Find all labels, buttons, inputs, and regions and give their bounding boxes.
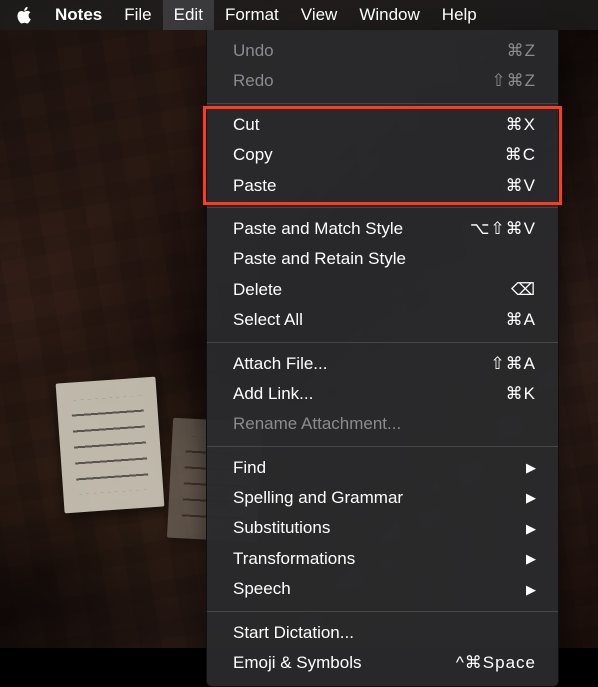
menu-separator xyxy=(207,103,558,104)
menu-item-label: Find xyxy=(233,458,518,478)
submenu-arrow-icon: ▶ xyxy=(526,460,536,476)
apple-logo-icon xyxy=(16,6,34,24)
menu-item-label: Transformations xyxy=(233,549,518,569)
menu-item-find[interactable]: Find ▶ xyxy=(207,453,558,483)
menu-item-shortcut: ⌘V xyxy=(506,176,536,196)
menu-item-shortcut: ^⌘Space xyxy=(456,653,536,673)
menu-item-undo: Undo⌘Z xyxy=(207,36,558,66)
menu-file[interactable]: File xyxy=(113,0,162,30)
menu-item-transformations[interactable]: Transformations ▶ xyxy=(207,544,558,574)
menu-format[interactable]: Format xyxy=(214,0,290,30)
menu-app-name[interactable]: Notes xyxy=(44,0,113,30)
menu-separator xyxy=(207,207,558,208)
menu-item-start-dictation[interactable]: Start Dictation... xyxy=(207,618,558,648)
menu-item-redo: Redo⇧⌘Z xyxy=(207,66,558,96)
menu-view[interactable]: View xyxy=(290,0,349,30)
menu-item-shortcut: ⌘Z xyxy=(507,41,536,61)
menu-item-label: Speech xyxy=(233,579,518,599)
menu-item-delete[interactable]: Delete⌫ xyxy=(207,275,558,305)
menu-help[interactable]: Help xyxy=(431,0,488,30)
menu-item-select-all[interactable]: Select All⌘A xyxy=(207,305,558,335)
menu-item-label: Undo xyxy=(233,41,507,61)
menu-item-shortcut: ⌘K xyxy=(506,384,536,404)
menu-item-label: Paste and Match Style xyxy=(233,219,470,239)
menu-item-paste[interactable]: Paste⌘V xyxy=(207,171,558,201)
menu-item-label: Start Dictation... xyxy=(233,623,536,643)
submenu-arrow-icon: ▶ xyxy=(526,582,536,598)
edit-dropdown-menu: Undo⌘ZRedo⇧⌘ZCut⌘XCopy⌘CPaste⌘VPaste and… xyxy=(206,30,559,687)
menu-item-shortcut: ⌘X xyxy=(506,115,536,135)
menu-item-speech[interactable]: Speech ▶ xyxy=(207,574,558,604)
menu-window[interactable]: Window xyxy=(348,0,430,30)
submenu-arrow-icon: ▶ xyxy=(526,490,536,506)
menu-item-label: Select All xyxy=(233,310,506,330)
menu-item-shortcut: ⇧⌘Z xyxy=(491,71,536,91)
menu-item-label: Paste and Retain Style xyxy=(233,249,536,269)
menu-separator xyxy=(207,611,558,612)
menu-item-label: Substitutions xyxy=(233,518,518,538)
menu-edit[interactable]: Edit xyxy=(163,0,214,30)
menu-item-label: Paste xyxy=(233,176,506,196)
menu-item-emoji-symbols[interactable]: Emoji & Symbols^⌘Space xyxy=(207,648,558,678)
menu-item-paste-retain-style[interactable]: Paste and Retain Style xyxy=(207,244,558,274)
menu-item-shortcut: ⌘A xyxy=(506,310,536,330)
menu-item-label: Emoji & Symbols xyxy=(233,653,456,673)
menu-item-shortcut: ⇧⌘A xyxy=(490,354,536,374)
submenu-arrow-icon: ▶ xyxy=(526,551,536,567)
menu-item-add-link[interactable]: Add Link...⌘K xyxy=(207,379,558,409)
menu-item-label: Cut xyxy=(233,115,506,135)
menu-item-label: Copy xyxy=(233,145,505,165)
menu-item-label: Redo xyxy=(233,71,491,91)
menu-item-shortcut: ⌫ xyxy=(511,280,536,300)
submenu-arrow-icon: ▶ xyxy=(526,521,536,537)
menu-item-attach-file[interactable]: Attach File...⇧⌘A xyxy=(207,349,558,379)
menu-item-label: Rename Attachment... xyxy=(233,414,536,434)
menu-item-substitutions[interactable]: Substitutions ▶ xyxy=(207,513,558,543)
menu-bar: Notes File Edit Format View Window Help xyxy=(0,0,598,30)
menu-item-paste-match-style[interactable]: Paste and Match Style⌥⇧⌘V xyxy=(207,214,558,244)
menu-separator xyxy=(207,446,558,447)
menu-item-shortcut: ⌥⇧⌘V xyxy=(470,219,536,239)
menu-item-copy[interactable]: Copy⌘C xyxy=(207,140,558,170)
menu-item-label: Spelling and Grammar xyxy=(233,488,518,508)
menu-item-cut[interactable]: Cut⌘X xyxy=(207,110,558,140)
menu-item-label: Delete xyxy=(233,280,511,300)
menu-item-shortcut: ⌘C xyxy=(505,145,536,165)
wallpaper-paper-note xyxy=(56,377,165,514)
menu-item-rename-attachment: Rename Attachment... xyxy=(207,409,558,439)
apple-menu[interactable] xyxy=(16,6,44,24)
menu-item-label: Add Link... xyxy=(233,384,506,404)
menu-separator xyxy=(207,342,558,343)
menu-item-label: Attach File... xyxy=(233,354,490,374)
menu-item-spelling-grammar[interactable]: Spelling and Grammar ▶ xyxy=(207,483,558,513)
